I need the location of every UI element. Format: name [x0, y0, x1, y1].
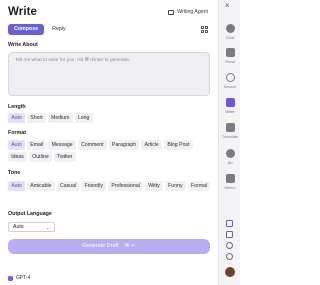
tone-option-formal[interactable]: Formal	[187, 181, 211, 191]
sidebar-item-label: Chat	[225, 34, 235, 40]
format-option-twitter[interactable]: Twitter	[53, 152, 76, 162]
tone-label: Tone	[8, 170, 21, 176]
format-option-message[interactable]: Message	[48, 140, 76, 150]
generate-shortcut: ⌘ ↵	[124, 243, 136, 249]
close-icon[interactable]: ×	[225, 2, 230, 10]
tone-option-casual[interactable]: Casual	[56, 181, 80, 191]
length-label: Length	[8, 104, 26, 110]
format-option-paragraph[interactable]: Paragraph	[108, 140, 140, 150]
mode-tabs: Compose Reply	[8, 24, 72, 36]
bookmark-icon	[225, 174, 235, 183]
format-option-article[interactable]: Article	[141, 140, 163, 150]
sidebar-item-chat[interactable]: Chat	[219, 24, 241, 40]
tone-option-funny[interactable]: Funny	[164, 181, 186, 191]
write-about-label: Write About	[8, 42, 38, 48]
tone-option-amicable[interactable]: Amicable	[27, 181, 55, 191]
sidebar-item-memo[interactable]: Memo	[219, 174, 241, 190]
length-option-short[interactable]: Short	[27, 113, 46, 123]
help-icon[interactable]	[226, 242, 233, 249]
output-language-label: Output Language	[8, 211, 52, 217]
window-icon	[168, 9, 175, 15]
search-icon	[225, 73, 235, 82]
sidebar-item-write[interactable]: Write	[219, 98, 241, 114]
generate-draft-label: Generate Draft	[82, 243, 119, 249]
grid-icon[interactable]	[201, 26, 208, 33]
format-option-outline[interactable]: Outline	[29, 152, 52, 162]
generate-draft-button[interactable]: Generate Draft ⌘ ↵	[8, 239, 210, 254]
length-option-long[interactable]: Long	[74, 113, 93, 123]
tone-option-auto[interactable]: Auto	[8, 181, 26, 191]
tab-compose[interactable]: Compose	[8, 24, 45, 35]
format-option-comment[interactable]: Comment	[77, 140, 107, 150]
format-label: Format	[8, 130, 26, 136]
page-title: Write	[8, 6, 38, 18]
chat-icon	[225, 24, 235, 33]
sidebar-item-search[interactable]: Search	[219, 73, 241, 89]
gear-icon[interactable]	[226, 253, 233, 260]
read-icon	[225, 48, 235, 57]
sidebar-item-art[interactable]: Art	[219, 149, 241, 165]
tab-reply[interactable]: Reply	[46, 24, 72, 35]
tone-option-witty[interactable]: Witty	[145, 181, 163, 191]
model-label: GPT-4	[16, 275, 31, 281]
format-option-auto[interactable]: Auto	[8, 140, 26, 150]
format-option-blog-post[interactable]: Blog Post	[164, 140, 193, 150]
sidebar-item-read[interactable]: Read	[219, 48, 241, 64]
tone-option-professional[interactable]: Professional	[108, 181, 144, 191]
sidebar-item-label: Art	[227, 159, 233, 165]
tone-options: Auto Amicable Casual Friendly Profession…	[8, 181, 211, 191]
right-sidebar: × Chat Read Search Write Translate Art M…	[218, 0, 240, 285]
open-window-icon[interactable]	[226, 231, 233, 238]
length-option-medium[interactable]: Medium	[47, 113, 73, 123]
format-option-email[interactable]: Email	[27, 140, 47, 150]
length-options: Auto Short Medium Long	[8, 113, 211, 123]
sidebar-item-label: Translate	[221, 133, 239, 139]
length-option-auto[interactable]: Auto	[8, 113, 26, 123]
extension-icon[interactable]	[226, 220, 233, 227]
write-about-input[interactable]: Tell me what to write for you. Hit ⌘+Ent…	[8, 52, 210, 96]
tone-option-friendly[interactable]: Friendly	[81, 181, 107, 191]
chevron-down-icon: ⌄	[45, 225, 50, 231]
palette-icon	[225, 149, 235, 158]
model-selector[interactable]: GPT-4	[8, 275, 30, 281]
writing-agent-label: Writing Agent	[177, 9, 208, 15]
output-language-select[interactable]: Auto ⌄	[8, 222, 55, 232]
translate-icon	[225, 123, 235, 132]
writing-agent-link[interactable]: Writing Agent	[168, 9, 208, 15]
sidebar-item-translate[interactable]: Translate	[219, 123, 241, 139]
writing-agent-panel: Write Writing Agent Compose Reply Write …	[0, 0, 218, 285]
avatar[interactable]	[225, 267, 235, 277]
sidebar-item-label: Memo	[224, 184, 236, 190]
format-options: Auto Email Message Comment Paragraph Art…	[8, 140, 211, 162]
sidebar-item-label: Read	[225, 58, 235, 64]
output-language-value: Auto	[13, 224, 24, 230]
format-option-ideas[interactable]: Ideas	[8, 152, 28, 162]
sidebar-item-label: Write	[225, 108, 235, 114]
sidebar-item-label: Search	[223, 83, 237, 89]
pen-icon	[225, 98, 235, 107]
model-icon	[8, 275, 13, 281]
header: Write Writing Agent	[0, 0, 218, 23]
